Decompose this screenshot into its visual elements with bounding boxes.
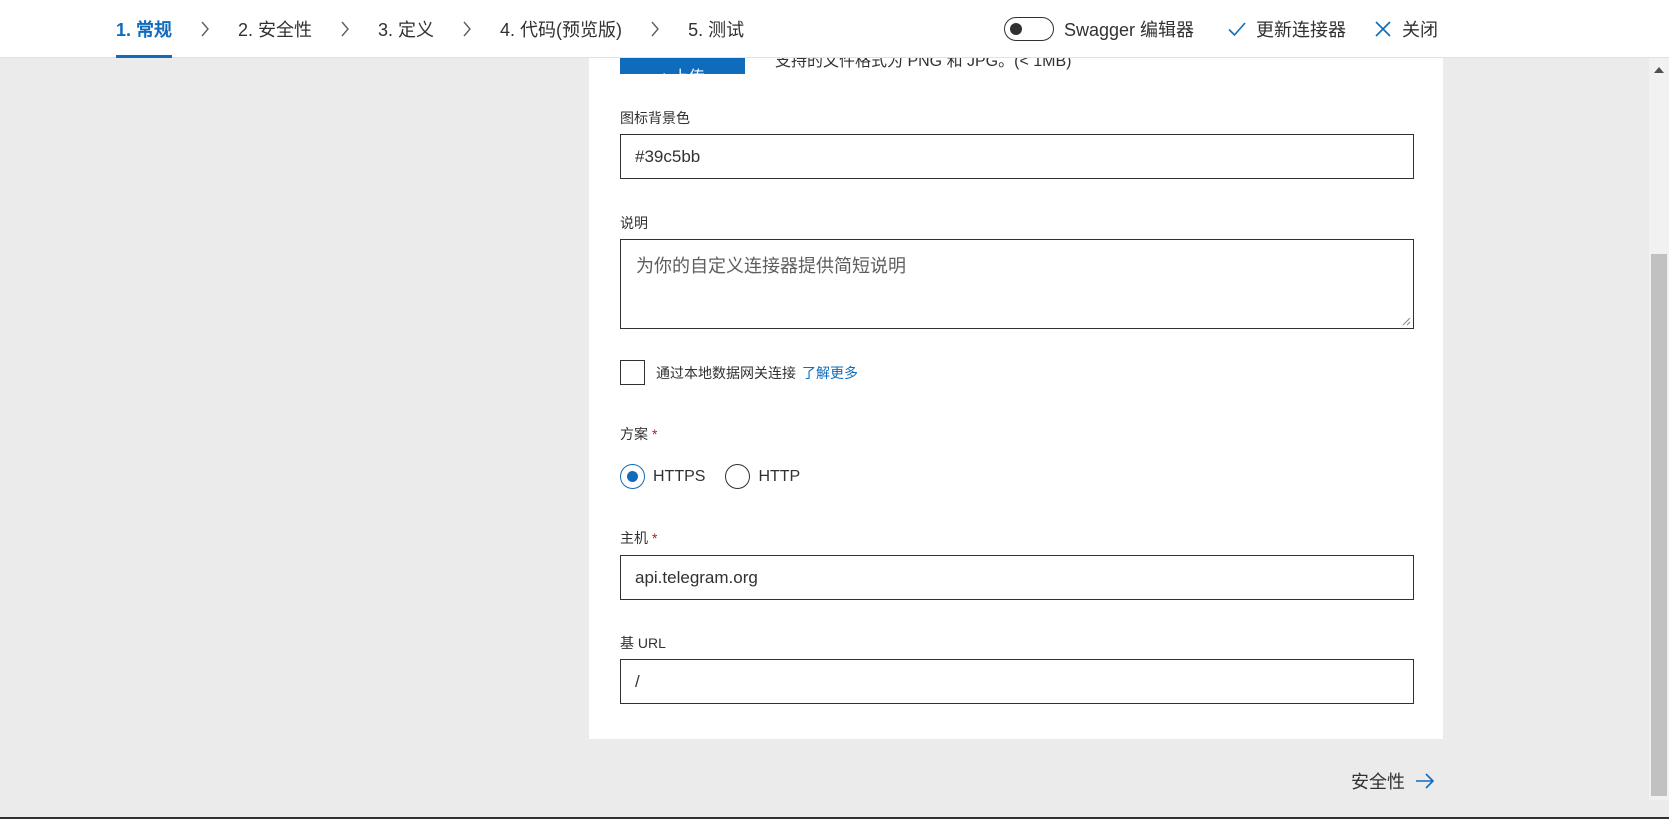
chevron-right-icon (312, 0, 378, 58)
description-textarea[interactable]: 为你的自定义连接器提供简短说明 (620, 239, 1414, 329)
radio-label-http: HTTP (758, 467, 801, 485)
scheme-label: 方案 * (620, 426, 658, 442)
update-connector-button[interactable]: 更新连接器 (1228, 16, 1346, 42)
scheme-option-http[interactable]: HTTP (725, 464, 800, 489)
radio-label-https: HTTPS (653, 467, 706, 485)
gateway-checkbox-row: 通过本地数据网关连接 了解更多 (620, 360, 858, 385)
header-actions: Swagger 编辑器 更新连接器 关闭 (1003, 0, 1438, 58)
description-placeholder: 为你的自定义连接器提供简短说明 (636, 256, 906, 276)
toggle-switch[interactable] (1003, 17, 1054, 41)
upload-arrow-icon: ↑ (660, 69, 672, 75)
general-form-panel: ↑ 上传 支持的文件格式为 PNG 和 JPG。(< 1MB) 图标背景色 #3… (589, 58, 1443, 739)
top-bar: 1. 常规 2. 安全性 3. 定义 4. 代码(预览版) 5. 测试 Swag… (0, 0, 1669, 58)
toggle-knob (1009, 23, 1022, 35)
icon-bg-color-input[interactable]: #39c5bb (620, 134, 1414, 179)
close-label: 关闭 (1402, 20, 1438, 40)
next-label: 安全性 (1351, 772, 1405, 792)
upload-button[interactable]: ↑ 上传 (620, 58, 745, 74)
next-security-button[interactable]: 安全性 (1351, 768, 1435, 794)
tab-security[interactable]: 2. 安全性 (238, 0, 312, 58)
scrollbar-thumb[interactable] (1651, 254, 1667, 796)
radio-button[interactable] (620, 464, 645, 489)
icon-bg-color-value: #39c5bb (635, 146, 701, 166)
learn-more-link[interactable]: 了解更多 (802, 365, 858, 381)
required-mark: * (652, 426, 658, 442)
resize-grip-icon[interactable] (1401, 316, 1411, 326)
host-input[interactable]: api.telegram.org (620, 555, 1414, 600)
swagger-editor-label: Swagger 编辑器 (1063, 20, 1194, 40)
step-navigation: 1. 常规 2. 安全性 3. 定义 4. 代码(预览版) 5. 测试 (116, 0, 744, 58)
scheme-radio-group: HTTPS HTTP (620, 464, 820, 489)
gateway-label: 通过本地数据网关连接 了解更多 (656, 364, 858, 381)
close-button[interactable]: 关闭 (1374, 16, 1438, 42)
arrow-right-icon (1416, 773, 1435, 789)
base-url-value: / (635, 671, 640, 691)
host-value: api.telegram.org (635, 567, 758, 587)
base-url-label: 基 URL (620, 635, 666, 651)
upload-format-note: 支持的文件格式为 PNG 和 JPG。(< 1MB) (775, 58, 1072, 70)
base-url-input[interactable]: / (620, 659, 1414, 704)
description-label: 说明 (620, 215, 648, 231)
chevron-right-icon (172, 0, 238, 58)
required-mark: * (652, 530, 658, 546)
gateway-checkbox[interactable] (620, 360, 645, 385)
upload-label: 上传 (673, 69, 705, 75)
chevron-right-icon (434, 0, 500, 58)
tab-general[interactable]: 1. 常规 (116, 0, 173, 58)
swagger-editor-toggle[interactable]: Swagger 编辑器 (1003, 16, 1194, 42)
update-connector-label: 更新连接器 (1256, 20, 1346, 40)
tab-definition[interactable]: 3. 定义 (378, 0, 434, 58)
close-icon (1375, 21, 1391, 37)
vertical-scrollbar[interactable] (1649, 58, 1669, 800)
tab-code-preview[interactable]: 4. 代码(预览版) (500, 0, 622, 58)
chevron-right-icon (622, 0, 688, 58)
scroll-up-arrow-icon[interactable] (1653, 66, 1665, 74)
icon-bg-color-label: 图标背景色 (620, 110, 690, 126)
tab-test[interactable]: 5. 测试 (688, 0, 744, 58)
scheme-option-https[interactable]: HTTPS (620, 464, 705, 489)
host-label: 主机 * (620, 530, 658, 546)
checkmark-icon (1228, 22, 1246, 37)
radio-button[interactable] (725, 464, 751, 489)
